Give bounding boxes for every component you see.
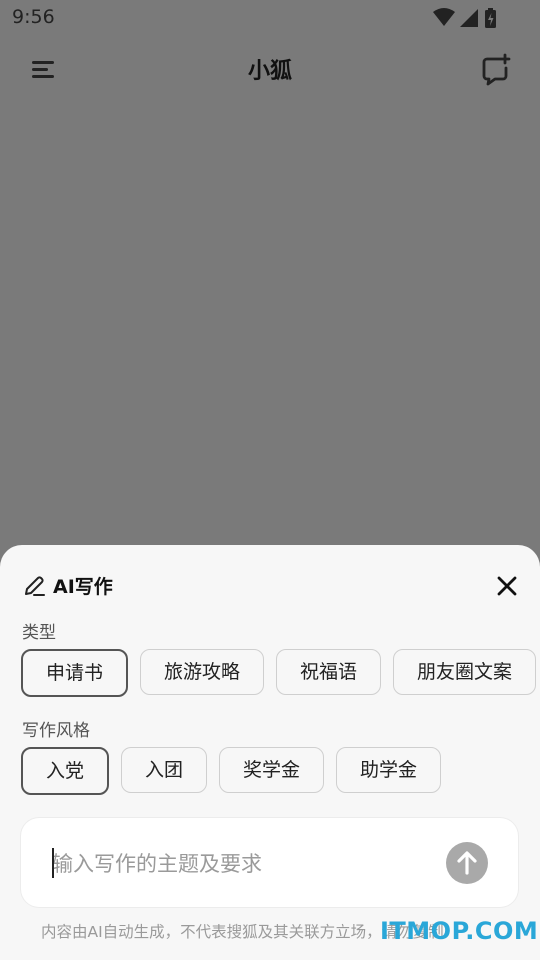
watermark-logo: ITMOP.COM: [380, 917, 539, 945]
style-section-label: 写作风格: [22, 721, 90, 741]
type-chip-row: 申请书 旅游攻略 祝福语 朋友圈文案: [21, 649, 540, 697]
battery-charging-icon: [485, 8, 496, 28]
sheet-title: AI写作: [53, 576, 113, 598]
chip-type-0[interactable]: 申请书: [21, 649, 129, 697]
status-time: 9:56: [12, 6, 55, 28]
top-app-bar: 小狐: [0, 36, 540, 102]
input-placeholder: 输入写作的主题及要求: [52, 852, 262, 876]
chip-type-1[interactable]: 旅游攻略: [140, 649, 265, 695]
signal-icon: [460, 9, 478, 27]
text-cursor: [52, 848, 54, 878]
sheet-header: AI写作: [22, 571, 522, 601]
close-icon: [497, 576, 517, 596]
close-button[interactable]: [492, 571, 522, 601]
new-chat-icon: [482, 53, 511, 86]
new-chat-button[interactable]: [478, 52, 514, 88]
wifi-icon: [433, 8, 455, 26]
chip-style-2[interactable]: 奖学金: [219, 747, 325, 793]
chip-style-3[interactable]: 助学金: [336, 747, 442, 793]
type-section-label: 类型: [22, 623, 56, 643]
chip-style-0[interactable]: 入党: [21, 747, 110, 795]
page-title: 小狐: [247, 59, 292, 84]
chip-type-2[interactable]: 祝福语: [276, 649, 382, 695]
status-bar: 9:56: [0, 0, 540, 36]
arrow-up-icon: [457, 851, 477, 875]
status-icons: [433, 8, 496, 28]
ai-writing-sheet: AI写作 类型 申请书 旅游攻略 祝福语 朋友圈文案 写作风格 入党 入团 奖学金 助学金 …: [0, 545, 540, 960]
pen-icon: [25, 576, 45, 596]
writing-topic-input[interactable]: 输入写作的主题及要求: [21, 818, 518, 907]
chip-type-3[interactable]: 朋友圈文案: [393, 649, 537, 695]
send-button[interactable]: [446, 842, 488, 884]
style-chip-row: 入党 入团 奖学金 助学金: [21, 747, 453, 795]
chip-style-1[interactable]: 入团: [121, 747, 208, 793]
